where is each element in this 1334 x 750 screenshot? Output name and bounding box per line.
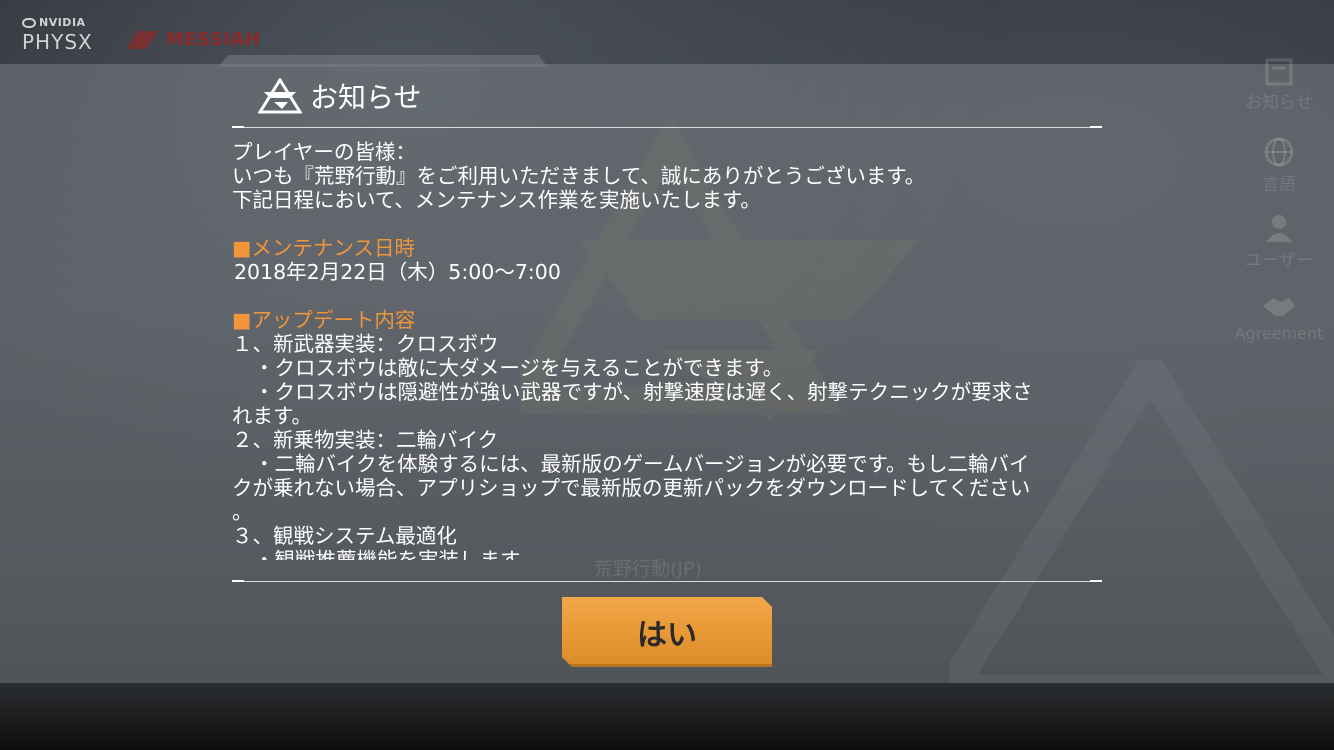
messiah-label: MESSIAH <box>166 28 261 50</box>
update-item-title: １、新武器実装：クロスボウ <box>232 332 499 356</box>
sidebar-item-notice[interactable]: お知らせ <box>1224 58 1334 113</box>
nvidia-eye-icon <box>22 17 36 28</box>
game-emblem-icon <box>258 78 302 114</box>
bottom-divider-cap-right <box>1090 580 1102 582</box>
update-item-title: ３、観戦システム最適化 <box>232 524 457 548</box>
sidebar-item-agreement[interactable]: Agreement <box>1224 290 1334 343</box>
intro-text: 下記日程において、メンテナンス作業を実施いたします。 <box>232 188 761 212</box>
confirm-button-label: はい <box>637 618 697 653</box>
nvidia-physx-logo: NVIDIA PHYSX <box>22 16 102 60</box>
update-item-detail: ・二輪バイクを体験するには、最新版のゲームバージョンが必要です。もし二輪バイ <box>254 452 1030 476</box>
update-item-detail: ・クロスボウは敵に大ダメージを与えることができます。 <box>254 356 784 380</box>
intro-text: いつも『荒野行動』をご利用いただきまして、誠にありがとうございます。 <box>232 164 926 188</box>
confirm-button[interactable]: はい <box>562 597 772 667</box>
sidebar-item-user[interactable]: ユーザー <box>1224 212 1334 271</box>
update-item-detail: クが乗れない場合、アプリショップで最新版の更新パックをダウンロードしてください <box>232 476 1031 500</box>
update-item-detail: 。 <box>232 500 253 524</box>
top-divider <box>232 127 1102 128</box>
update-item-title: ２、新乗物実装：二輪バイク <box>232 428 499 452</box>
bottom-divider-cap-left <box>232 580 244 582</box>
sidebar-item-label: お知らせ <box>1245 93 1313 113</box>
handshake-icon <box>1263 298 1295 316</box>
notice-icon <box>1265 58 1293 86</box>
messiah-mark-icon <box>126 30 158 50</box>
notice-body[interactable]: プレイヤーの皆様： いつも『荒野行動』をご利用いただきまして、誠にありがとうござ… <box>232 140 1100 560</box>
messiah-logo: MESSIAH <box>126 26 261 52</box>
update-item-detail: ・観戦推薦機能を実装します <box>254 548 521 560</box>
bottom-divider <box>232 581 1102 582</box>
user-icon <box>1266 215 1292 242</box>
top-divider-cap-right <box>1090 126 1102 128</box>
sidebar-item-language[interactable]: 言語 <box>1224 136 1334 195</box>
update-item-detail: れます。 <box>232 404 312 428</box>
top-divider-cap-left <box>232 126 244 128</box>
globe-icon <box>1264 137 1294 167</box>
sidebar-item-label: ユーザー <box>1245 251 1313 271</box>
sidebar-item-label: 言語 <box>1262 175 1296 195</box>
background-ground <box>0 683 1334 750</box>
dialog-header: お知らせ <box>258 74 421 118</box>
maintenance-time: 2018年2月22日（木）5:00〜7:00 <box>234 260 561 284</box>
greeting-text: プレイヤーの皆様： <box>232 140 416 164</box>
update-heading: ■アップデート内容 <box>232 308 416 332</box>
nvidia-label: NVIDIA <box>39 16 86 29</box>
sidebar-item-label: Agreement <box>1234 324 1324 343</box>
maintenance-heading: ■メンテナンス日時 <box>232 236 415 260</box>
update-item-detail: ・クロスボウは隠避性が強い武器ですが、射撃速度は遅く、射撃テクニックが要求さ <box>254 380 1033 404</box>
dialog-title: お知らせ <box>310 81 422 114</box>
physx-label: PHYSX <box>22 30 93 54</box>
